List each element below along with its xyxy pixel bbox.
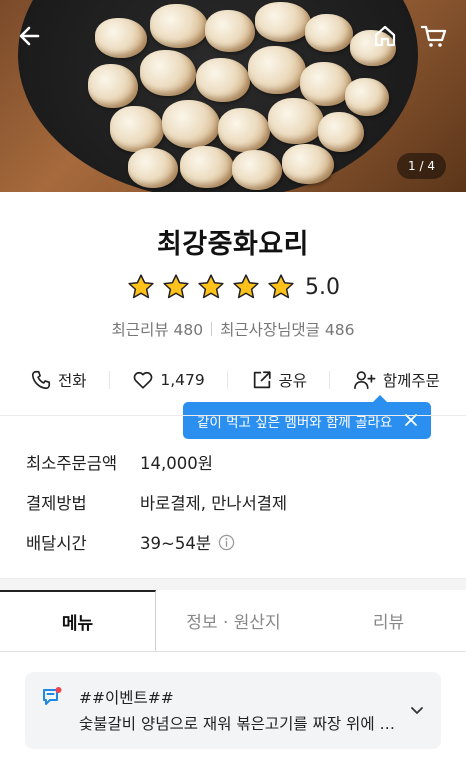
delivery-time-label: 배달시간 xyxy=(26,534,87,553)
fried-piece xyxy=(282,144,334,184)
divider xyxy=(329,371,331,389)
call-button[interactable]: 전화 xyxy=(30,369,87,391)
tab-bar: 메뉴 정보 · 원산지 리뷰 xyxy=(0,590,466,652)
min-order-value: 14,000원 xyxy=(140,454,213,473)
star-icon xyxy=(128,274,154,299)
like-count: 1,479 xyxy=(160,371,205,389)
share-button[interactable]: 공유 xyxy=(251,369,308,391)
delivery-time-value-wrap: 39~54분 xyxy=(140,530,235,554)
call-label: 전화 xyxy=(58,372,87,390)
fried-piece xyxy=(205,10,255,52)
fried-piece xyxy=(218,108,270,152)
payment-row: 결제방법 바로결제, 만나서결제 xyxy=(26,490,287,514)
phone-icon xyxy=(31,370,51,390)
divider xyxy=(211,322,213,336)
fried-piece xyxy=(150,4,208,48)
chevron-down-icon[interactable] xyxy=(409,702,425,718)
fried-piece xyxy=(128,148,178,188)
store-name: 최강중화요리 xyxy=(156,229,310,260)
cart-button[interactable] xyxy=(420,22,448,50)
section-gap xyxy=(0,578,466,590)
delivery-time-value: 39~54분 xyxy=(140,534,211,553)
divider xyxy=(227,371,229,389)
star-icon xyxy=(198,274,224,299)
add-person-icon xyxy=(353,371,376,390)
divider xyxy=(108,371,110,389)
tooltip-text: 같이 먹고 싶은 멤버와 함께 골라요 xyxy=(197,414,393,431)
fried-piece xyxy=(318,112,364,152)
cart-icon xyxy=(420,25,447,47)
star-icon xyxy=(233,274,259,299)
store-detail-page: 1 / 4 최강중화요리 5.0 최근리뷰 480 최근사장님댓글 486 전화… xyxy=(0,0,466,778)
recent-owner-replies-link[interactable]: 최근사장님댓글 486 xyxy=(220,318,354,340)
fried-piece xyxy=(248,46,306,94)
min-order-label: 최소주문금액 xyxy=(26,454,118,473)
back-arrow-icon xyxy=(19,26,40,46)
share-label: 공유 xyxy=(278,372,308,390)
rating-row: 5.0 xyxy=(0,272,466,302)
rating-value: 5.0 xyxy=(305,274,340,300)
fried-piece xyxy=(95,18,147,58)
like-button[interactable]: 1,479 xyxy=(132,369,205,391)
image-page-indicator: 1 / 4 xyxy=(397,153,446,179)
tab-menu[interactable]: 메뉴 xyxy=(0,590,156,651)
tab-info-origin[interactable]: 정보 · 원산지 xyxy=(156,590,311,651)
fried-piece xyxy=(140,50,196,96)
group-order-button[interactable]: 함께주문 xyxy=(353,369,440,391)
min-order-row: 최소주문금액 14,000원 xyxy=(26,450,213,474)
fried-piece xyxy=(345,78,389,116)
home-icon xyxy=(374,25,396,47)
fried-piece xyxy=(268,98,324,144)
store-hero-image[interactable]: 1 / 4 xyxy=(0,0,466,192)
action-row: 전화 1,479 공유 함께주문 xyxy=(30,364,440,396)
star-icon xyxy=(268,274,294,299)
share-icon xyxy=(253,371,271,389)
event-notice[interactable]: ##이벤트## 숯불갈비 양념으로 재워 볶은고기를 짜장 위에 올린 xyxy=(25,672,441,749)
section-divider xyxy=(0,415,466,416)
notice-icon xyxy=(43,687,62,705)
group-order-label: 함께주문 xyxy=(382,372,440,390)
delivery-time-row: 배달시간 39~54분 xyxy=(26,530,235,554)
fried-piece xyxy=(162,100,220,148)
group-order-tooltip: 같이 먹고 싶은 멤버와 함께 골라요 xyxy=(183,395,431,439)
info-icon[interactable] xyxy=(218,534,235,551)
fried-piece xyxy=(110,106,164,152)
back-button[interactable] xyxy=(16,22,44,50)
fried-piece xyxy=(255,2,311,42)
payment-value: 바로결제, 만나서결제 xyxy=(140,494,288,513)
fried-piece xyxy=(232,150,282,190)
fried-piece xyxy=(88,64,138,108)
notice-text: 숯불갈비 양념으로 재워 볶은고기를 짜장 위에 올린 xyxy=(79,715,399,733)
star-icon xyxy=(163,274,189,299)
payment-label: 결제방법 xyxy=(26,494,87,513)
home-button[interactable] xyxy=(371,22,399,50)
review-summary: 최근리뷰 480 최근사장님댓글 486 xyxy=(0,318,466,340)
notice-title: ##이벤트## xyxy=(79,689,174,707)
recent-reviews-link[interactable]: 최근리뷰 480 xyxy=(112,318,204,340)
fried-piece xyxy=(196,58,250,102)
fried-piece xyxy=(180,146,234,188)
tab-reviews[interactable]: 리뷰 xyxy=(311,590,466,651)
heart-icon xyxy=(133,371,153,389)
fried-piece xyxy=(305,14,353,52)
